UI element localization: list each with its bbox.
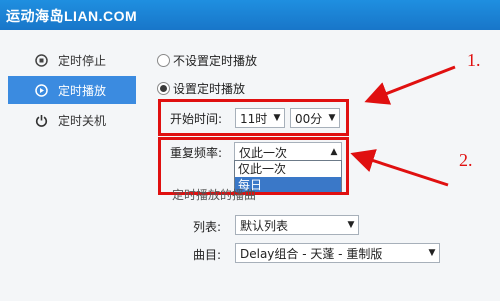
annotation-label-two: 2.	[459, 150, 473, 170]
annotation-arrows	[350, 65, 456, 187]
arrow-to-start-time	[364, 65, 456, 105]
annotation-label-one: 1.	[467, 50, 481, 70]
arrow-to-repeat	[350, 149, 449, 187]
